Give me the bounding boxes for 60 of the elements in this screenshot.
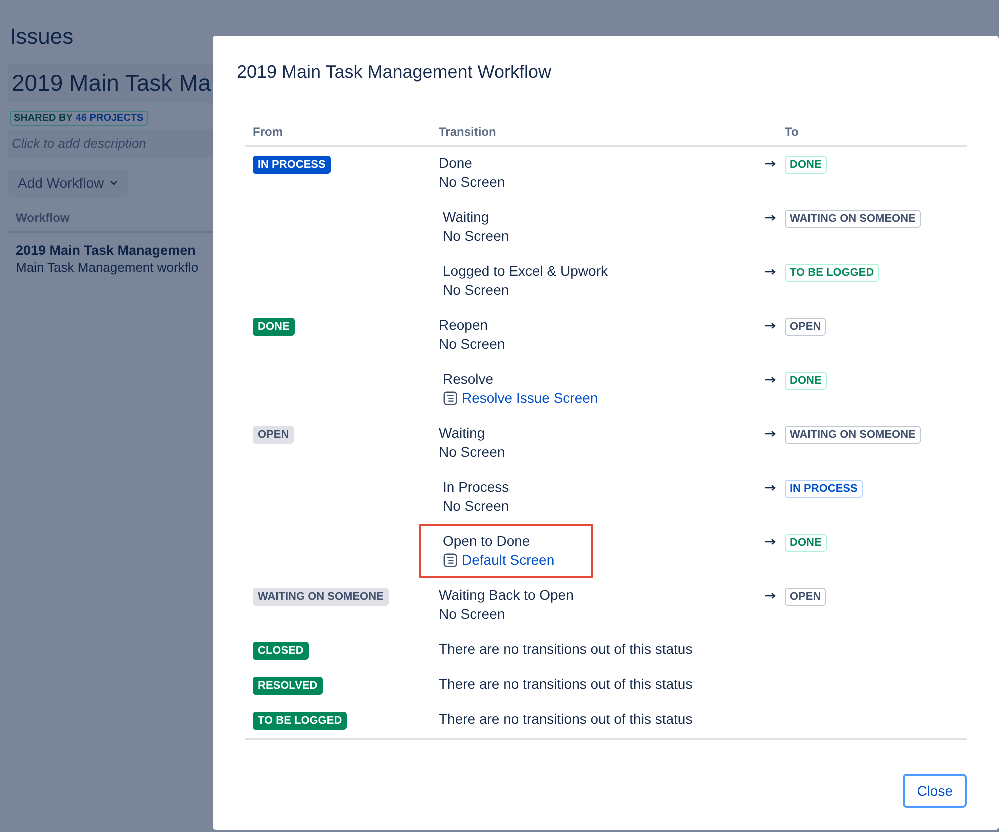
arrow-icon: [765, 160, 777, 168]
screen-icon: [443, 553, 458, 568]
transition-name: Waiting: [443, 208, 490, 227]
status-lozenge: DONE: [785, 534, 827, 552]
no-transitions-text: There are no transitions out of this status: [439, 676, 693, 692]
transition-name: Waiting: [439, 424, 486, 443]
column-header: Transition: [439, 125, 496, 139]
screen-link[interactable]: Resolve Issue Screen: [443, 389, 598, 408]
screen-text: No Screen: [443, 497, 510, 516]
workflow-name: 2019 Main Task Managemen: [15, 242, 197, 260]
transition-name: Open to Done: [443, 532, 532, 551]
shared-count: 46 PROJECTS: [76, 113, 144, 124]
column-header: To: [785, 125, 799, 139]
arrow-icon: [765, 214, 777, 222]
shared-label: SHARED BY: [14, 113, 73, 124]
screen-text: No Screen: [439, 173, 506, 192]
status-lozenge: WAITING ON SOMEONE: [785, 210, 921, 228]
arrow-icon: [765, 268, 777, 276]
arrow-icon: [765, 430, 777, 438]
status-lozenge: IN PROCESS: [253, 156, 331, 174]
close-button[interactable]: Close: [903, 774, 967, 808]
column-header: From: [253, 125, 283, 139]
status-lozenge: TO BE LOGGED: [785, 264, 880, 282]
screen-icon: [443, 391, 458, 406]
screen-text: No Screen: [439, 335, 506, 354]
screen-text: No Screen: [439, 605, 506, 624]
arrow-icon: [765, 322, 777, 330]
transition-name: Reopen: [439, 316, 490, 335]
arrow-icon: [765, 538, 777, 546]
screen-text: No Screen: [443, 227, 510, 246]
workflow-description: Main Task Management workflo: [15, 260, 200, 275]
status-lozenge: CLOSED: [253, 642, 309, 660]
status-lozenge: DONE: [253, 318, 295, 336]
screen-text: No Screen: [439, 443, 506, 462]
transition-name: In Process: [443, 478, 510, 497]
no-transitions-text: There are no transitions out of this status: [439, 641, 693, 657]
status-lozenge: TO BE LOGGED: [253, 712, 348, 730]
status-lozenge: WAITING ON SOMEONE: [253, 588, 389, 606]
arrow-icon: [765, 592, 777, 600]
transition-name: Done: [439, 154, 474, 173]
status-lozenge: DONE: [785, 372, 827, 390]
no-transitions-text: There are no transitions out of this status: [439, 711, 693, 727]
dialog-title: 2019 Main Task Management Workflow: [237, 62, 552, 83]
workflow-heading: 2019 Main Task Ma: [8, 64, 213, 103]
transition-name: Waiting Back to Open: [439, 586, 574, 605]
status-lozenge: WAITING ON SOMEONE: [785, 426, 921, 444]
status-lozenge: OPEN: [785, 318, 826, 336]
arrow-icon: [765, 484, 777, 492]
status-lozenge: OPEN: [785, 588, 826, 606]
screen-link[interactable]: Default Screen: [443, 551, 555, 570]
transition-name: Resolve: [443, 370, 495, 389]
caret-icon: [110, 180, 118, 186]
transition-name: Logged to Excel & Upwork: [443, 262, 608, 281]
status-lozenge: RESOLVED: [253, 677, 323, 695]
status-lozenge: IN PROCESS: [785, 480, 863, 498]
arrow-icon: [765, 376, 777, 384]
page-title: Issues: [10, 24, 75, 50]
screen-text: No Screen: [443, 281, 510, 300]
status-lozenge: DONE: [785, 156, 827, 174]
status-lozenge: OPEN: [253, 426, 294, 444]
